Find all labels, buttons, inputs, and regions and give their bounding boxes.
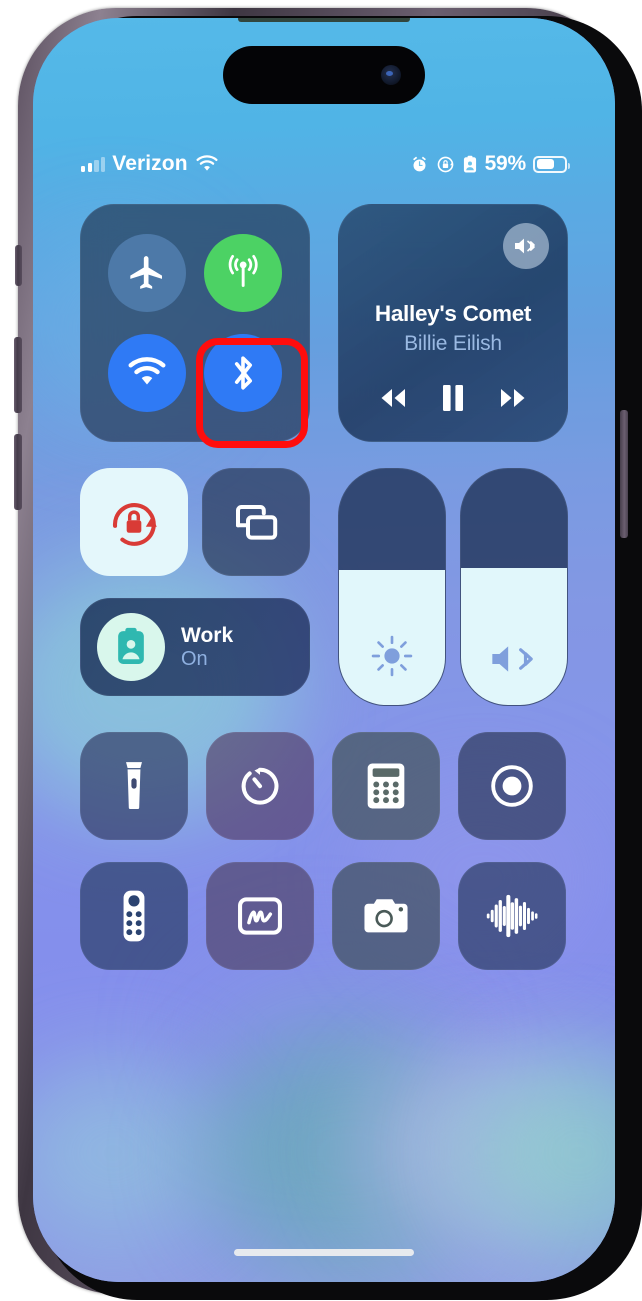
wifi-icon [195, 155, 219, 173]
brightness-slider[interactable] [338, 468, 446, 706]
cc-row-middle: Work On [80, 468, 568, 706]
screen-record-icon [488, 762, 536, 810]
status-bar-left: Verizon [81, 152, 219, 176]
volume-slider[interactable] [460, 468, 568, 706]
battery-percent-label: 59% [484, 152, 527, 175]
rotation-lock-icon [436, 155, 455, 174]
rotation-lock-icon [106, 494, 162, 550]
timer-button[interactable] [206, 732, 314, 840]
rotation-lock-button[interactable] [80, 468, 188, 576]
focus-text: Work On [181, 624, 233, 670]
alarm-clock-icon [410, 155, 429, 174]
volume-down-button[interactable] [14, 337, 22, 413]
power-button[interactable] [620, 410, 628, 538]
track-artist: Billie Eilish [404, 332, 502, 355]
airplane-mode-button[interactable] [108, 234, 186, 312]
focus-tile[interactable]: Work On [80, 598, 310, 696]
screen-mirroring-icon [230, 500, 282, 544]
fast-forward-button[interactable] [494, 386, 532, 410]
earpiece-speaker [238, 18, 410, 22]
flashlight-button[interactable] [80, 732, 188, 840]
phone-screen[interactable]: Verizon 59% Halley's Comet Billie Eilish… [33, 18, 615, 1282]
carrier-label: Verizon [112, 152, 188, 175]
calculator-button[interactable] [332, 732, 440, 840]
connectivity-tile[interactable] [80, 204, 310, 442]
camera-button[interactable] [332, 862, 440, 970]
apple-tv-remote-button[interactable] [80, 862, 188, 970]
brightness-sun-icon [339, 633, 445, 679]
shazam-button[interactable] [458, 862, 566, 970]
volume-bluetooth-icon [461, 639, 567, 679]
quick-note-button[interactable] [206, 862, 314, 970]
mute-switch[interactable] [15, 245, 22, 286]
cc-sliders [338, 468, 568, 706]
timer-icon [236, 762, 284, 810]
cellular-bars-icon [81, 156, 106, 172]
media-controls [339, 383, 567, 413]
bluetooth-button[interactable] [204, 334, 282, 412]
status-bar-right: 59% [410, 152, 570, 176]
cellular-data-button[interactable] [204, 234, 282, 312]
status-bar: Verizon 59% [33, 146, 615, 182]
now-playing-tile[interactable]: Halley's Comet Billie Eilish [338, 204, 568, 442]
front-camera-icon [381, 65, 401, 85]
calculator-icon [365, 761, 407, 811]
cc-app-row-1 [80, 732, 568, 840]
pause-button[interactable] [439, 383, 467, 413]
screen-mirroring-button[interactable] [202, 468, 310, 576]
focus-id-badge-icon [462, 155, 478, 174]
screenshot-root: Verizon 59% Halley's Comet Billie Eilish… [0, 0, 642, 1301]
control-center: Halley's Comet Billie Eilish Work On [80, 204, 568, 970]
cc-app-row-2 [80, 862, 568, 970]
flashlight-icon [120, 760, 148, 812]
focus-state-label: On [181, 647, 208, 670]
bluetooth-icon [225, 351, 261, 395]
wifi-icon [126, 357, 168, 389]
focus-id-badge-icon [97, 613, 165, 681]
battery-icon [533, 155, 570, 173]
dynamic-island[interactable] [223, 46, 425, 104]
apple-tv-remote-icon [119, 889, 149, 943]
camera-icon [360, 894, 412, 938]
volume-slider-fill [461, 568, 567, 705]
track-title: Halley's Comet [374, 301, 532, 326]
airplane-icon [127, 253, 167, 293]
rewind-button[interactable] [374, 386, 412, 410]
cc-row-top: Halley's Comet Billie Eilish [80, 204, 568, 442]
sound-recognition-icon [484, 894, 540, 938]
screen-record-button[interactable] [458, 732, 566, 840]
wifi-button[interactable] [108, 334, 186, 412]
cc-toggle-row [80, 468, 310, 576]
home-indicator[interactable] [234, 1249, 414, 1256]
cellular-antenna-icon [222, 252, 264, 294]
focus-mode-label: Work [181, 624, 234, 648]
volume-up-button[interactable] [14, 434, 22, 510]
quick-note-icon [236, 895, 284, 937]
airplay-bluetooth-speaker-icon[interactable] [503, 223, 549, 269]
